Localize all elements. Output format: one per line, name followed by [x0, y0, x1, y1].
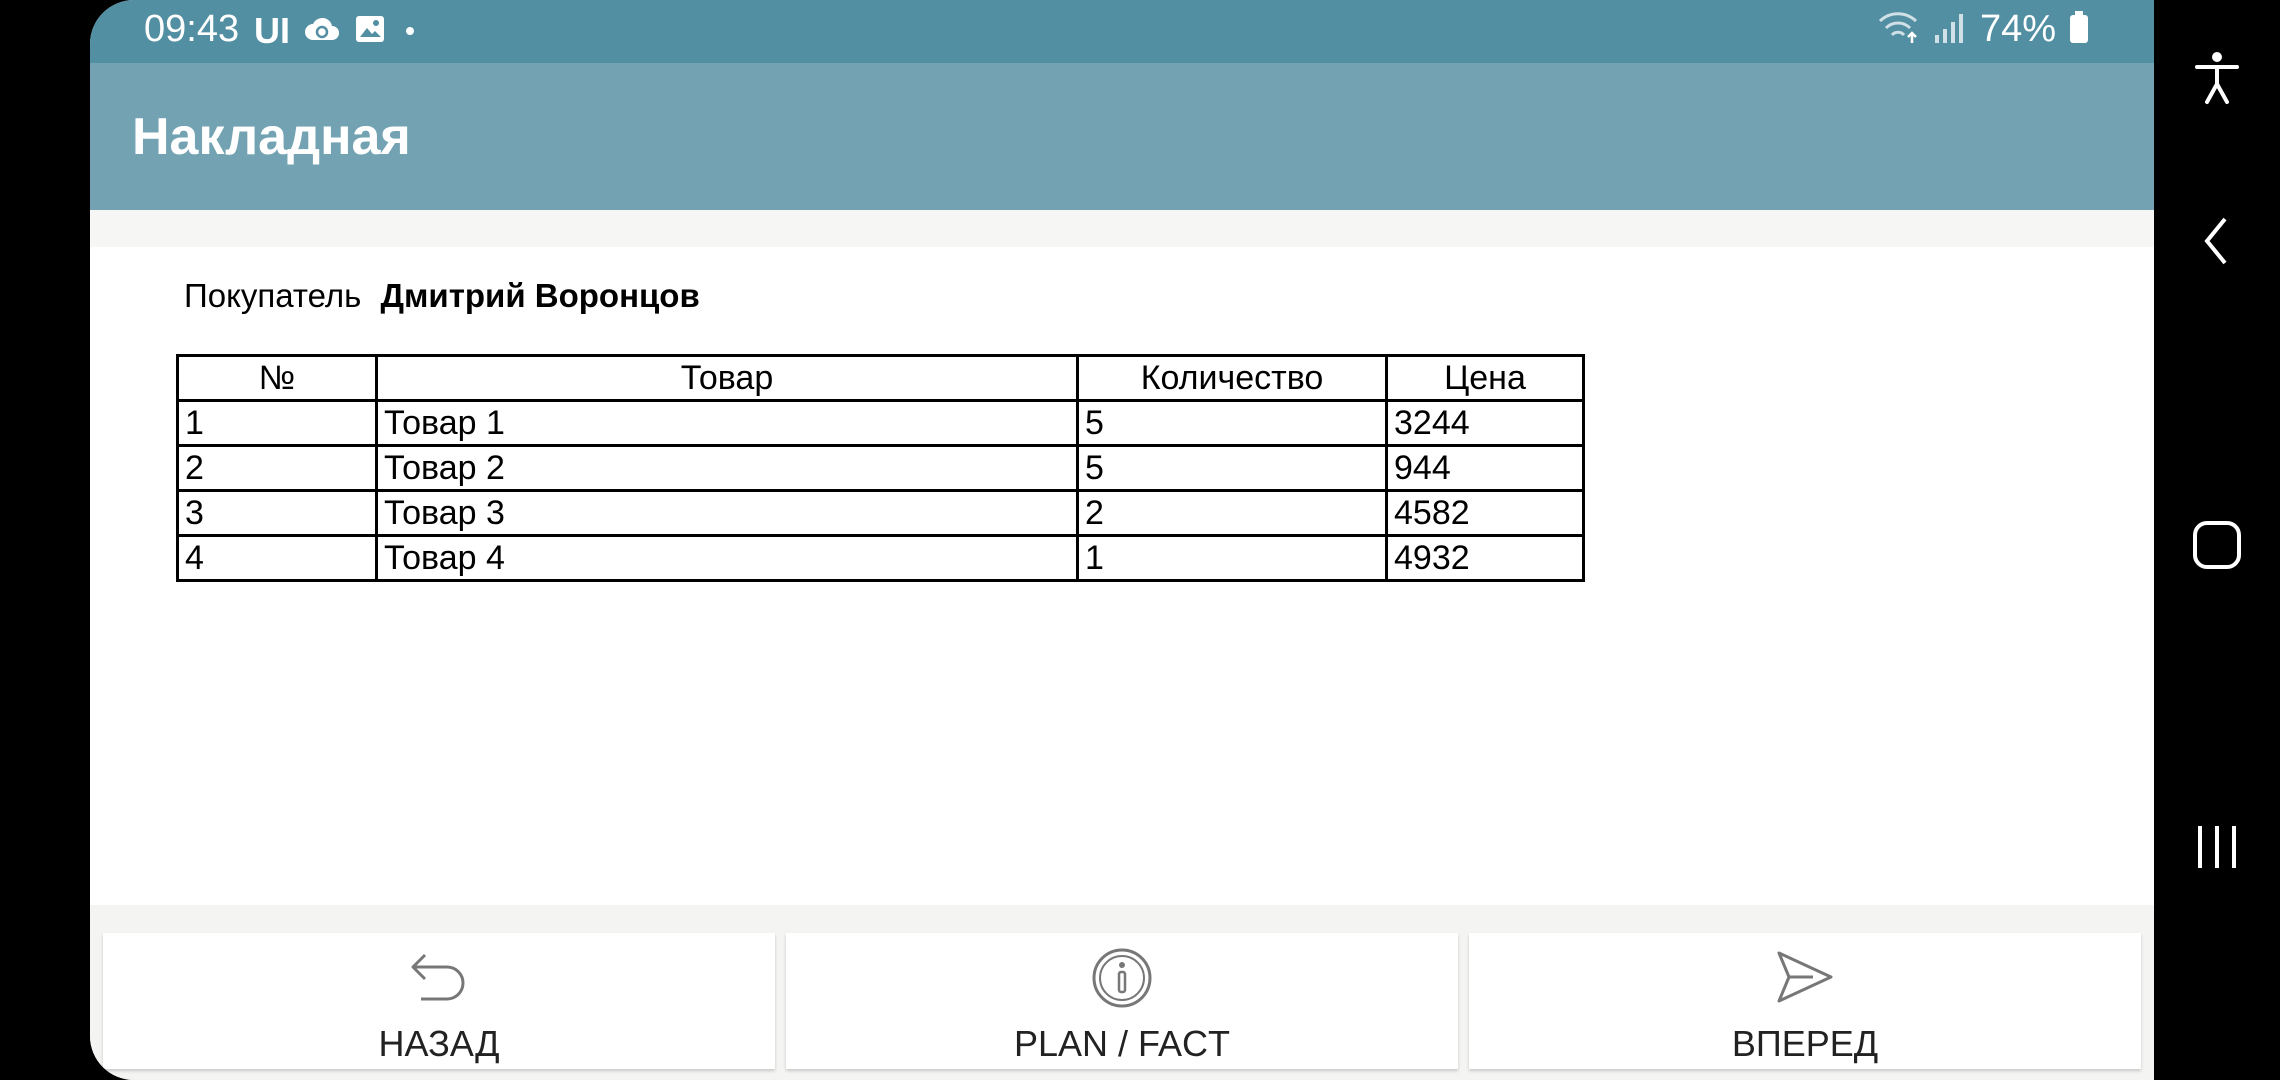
cell-price: 3244 — [1385, 399, 1585, 447]
battery-level: 74% — [1979, 8, 2056, 50]
table-row: 2 Товар 2 5 944 — [176, 444, 1585, 492]
send-icon — [1773, 947, 1837, 1012]
cell-quantity: 1 — [1076, 534, 1388, 582]
page-title: Накладная — [132, 108, 411, 166]
info-icon — [1090, 947, 1154, 1014]
wifi-icon — [1876, 9, 1920, 50]
cell-product: Товар 1 — [375, 399, 1079, 447]
status-bar: 09:43 UI 74% — [90, 0, 2154, 63]
undo-arrow-icon — [407, 947, 471, 1012]
accessibility-icon[interactable] — [2192, 50, 2242, 106]
status-system-icons: 74% — [1876, 8, 2090, 51]
cell-quantity: 2 — [1076, 489, 1388, 537]
cell-number: 2 — [176, 444, 378, 492]
cell-product: Товар 2 — [375, 444, 1079, 492]
customer-name: Дмитрий Воронцов — [380, 277, 700, 314]
table-row: 3 Товар 3 2 4582 — [176, 489, 1585, 537]
cell-product: Товар 4 — [375, 534, 1079, 582]
plan-fact-button-label: PLAN / FACT — [1013, 1023, 1231, 1064]
status-time: 09:43 — [144, 8, 240, 50]
plan-fact-button[interactable]: PLAN / FACT — [786, 933, 1458, 1069]
cloud-sync-icon — [304, 14, 340, 49]
column-header-quantity: Количество — [1076, 354, 1388, 402]
cell-price: 4582 — [1385, 489, 1585, 537]
table-row: 4 Товар 4 1 4932 — [176, 534, 1585, 582]
dot-icon — [400, 14, 420, 49]
status-notifications: UI — [254, 10, 420, 52]
cell-number: 3 — [176, 489, 378, 537]
cell-quantity: 5 — [1076, 399, 1388, 447]
column-header-price: Цена — [1385, 354, 1585, 402]
cell-number: 1 — [176, 399, 378, 447]
app-screen: 09:43 UI 74% Накладная Покупатель Дмитри… — [90, 0, 2154, 1080]
back-button[interactable]: НАЗАД — [103, 933, 775, 1069]
status-ui-label: UI — [254, 10, 290, 51]
bottom-action-bar: НАЗАД PLAN / FACT ВПЕРЕД — [90, 905, 2154, 1080]
column-header-number: № — [176, 354, 378, 402]
signal-icon — [1932, 9, 1968, 50]
table-header-row: № Товар Количество Цена — [176, 354, 1585, 402]
back-button-label: НАЗАД — [378, 1023, 500, 1064]
customer-label: Покупатель — [184, 277, 362, 314]
home-icon[interactable] — [2190, 518, 2244, 572]
cell-number: 4 — [176, 534, 378, 582]
customer-line: Покупатель Дмитрий Воронцов — [184, 277, 700, 315]
image-icon — [354, 14, 386, 49]
battery-icon — [2068, 9, 2090, 50]
column-header-product: Товар — [375, 354, 1079, 402]
cell-price: 4932 — [1385, 534, 1585, 582]
forward-button-label: ВПЕРЕД — [1731, 1023, 1879, 1064]
recents-icon[interactable] — [2192, 822, 2242, 872]
table-row: 1 Товар 1 5 3244 — [176, 399, 1585, 447]
back-icon[interactable] — [2199, 213, 2235, 269]
cell-product: Товар 3 — [375, 489, 1079, 537]
cell-price: 944 — [1385, 444, 1585, 492]
system-navigation-bar — [2154, 0, 2280, 1080]
invoice-content: Покупатель Дмитрий Воронцов № Товар Коли… — [90, 247, 2154, 905]
forward-button[interactable]: ВПЕРЕД — [1469, 933, 2141, 1069]
app-bar: Накладная — [90, 63, 2154, 210]
invoice-table: № Товар Количество Цена 1 Товар 1 5 3244… — [176, 354, 1585, 582]
cell-quantity: 5 — [1076, 444, 1388, 492]
